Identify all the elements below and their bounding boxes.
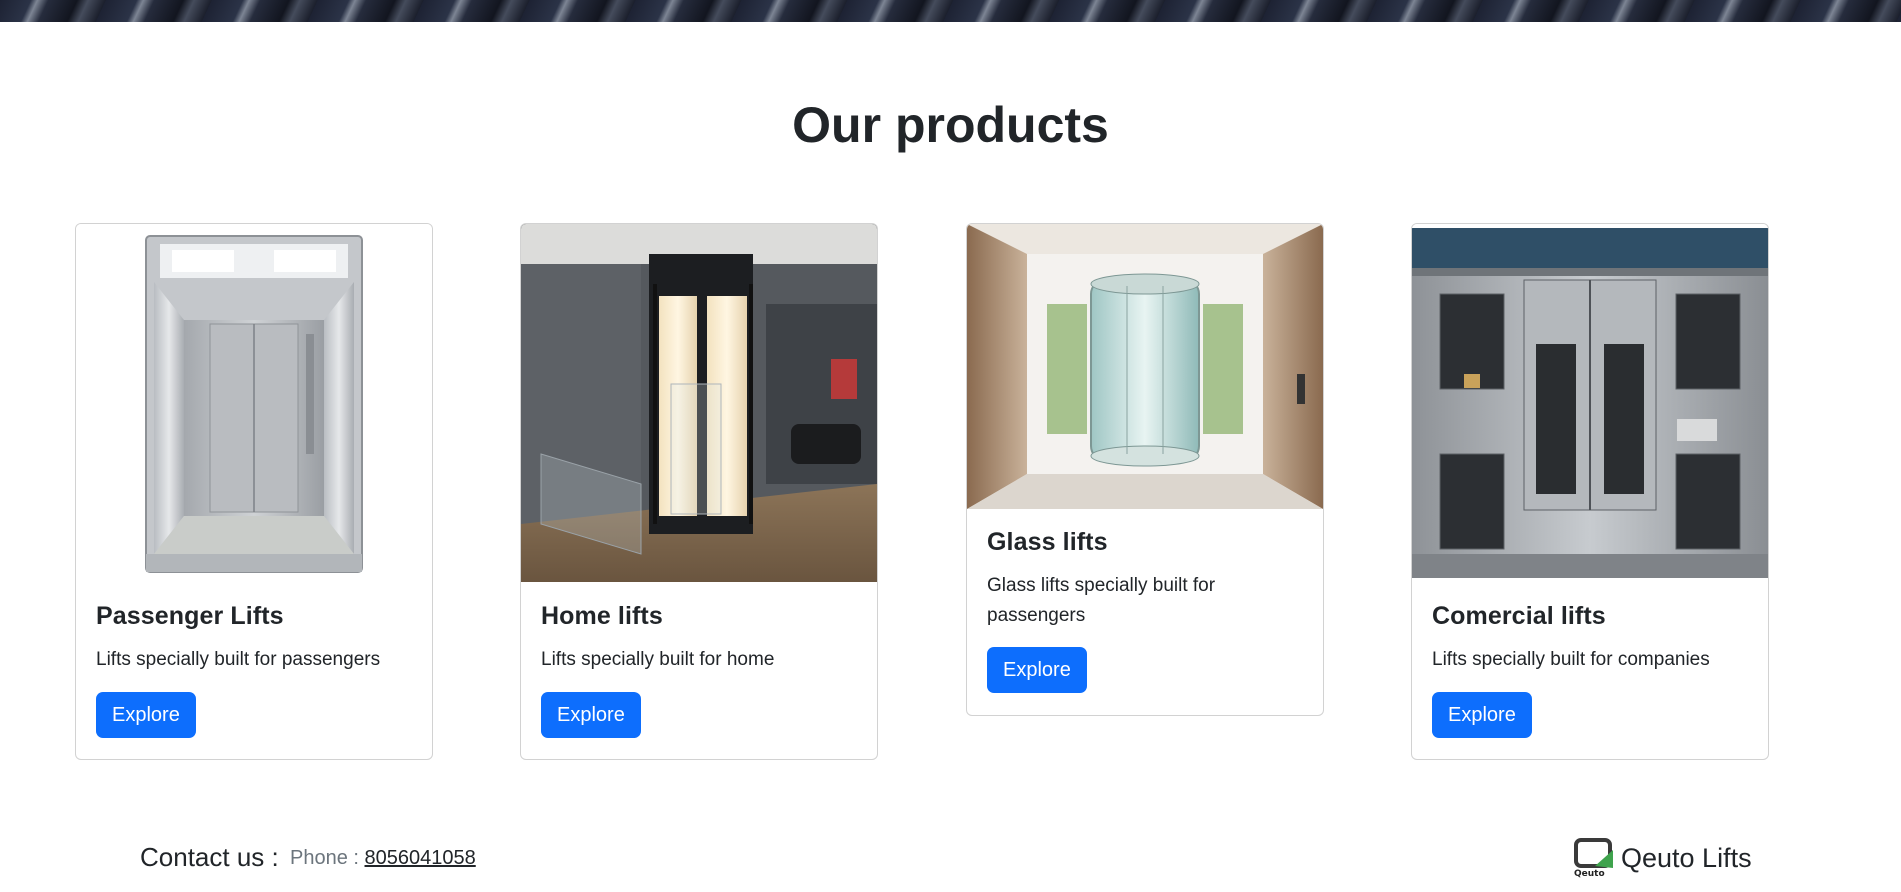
card-title: Passenger Lifts	[96, 602, 284, 630]
phone-info: Phone : 8056041058	[290, 847, 476, 870]
explore-button[interactable]: Explore	[96, 692, 196, 738]
brand-name: Qeuto Lifts	[1621, 842, 1752, 873]
hero-banner-strip	[0, 0, 1901, 22]
product-card-home-lifts: Home lifts Lifts specially built for hom…	[520, 223, 878, 760]
brand[interactable]: Qeuto Qeuto Lifts	[1573, 838, 1752, 878]
phone-number-link[interactable]: 8056041058	[365, 847, 476, 869]
card-description: Lifts specially built for passengers	[96, 649, 381, 670]
passenger-lift-image	[76, 224, 432, 582]
home-lift-image	[521, 224, 877, 582]
contact-heading: Contact us :	[140, 842, 279, 872]
card-description: Lifts specially built for companies	[1432, 649, 1710, 670]
comercial-lift-image	[1412, 224, 1768, 582]
product-card-comercial-lifts: Comercial lifts Lifts specially built fo…	[1411, 223, 1769, 760]
explore-button[interactable]: Explore	[1432, 692, 1532, 738]
glass-lift-image	[967, 224, 1323, 509]
card-title: Comercial lifts	[1432, 602, 1606, 630]
product-card-passenger-lifts: Passenger Lifts Lifts specially built fo…	[75, 223, 433, 760]
card-description: Lifts specially built for home	[541, 649, 775, 670]
svg-text:Qeuto: Qeuto	[1574, 869, 1605, 878]
explore-button[interactable]: Explore	[987, 647, 1087, 693]
qeuto-logo-icon: Qeuto	[1574, 838, 1613, 878]
card-body: Glass lifts Glass lifts specially built …	[987, 528, 1303, 698]
card-title: Home lifts	[541, 602, 663, 630]
card-body: Comercial lifts Lifts specially built fo…	[1432, 602, 1748, 742]
card-title: Glass lifts	[987, 528, 1108, 556]
card-body: Home lifts Lifts specially built for hom…	[541, 602, 857, 742]
product-card-glass-lifts: Glass lifts Glass lifts specially built …	[966, 223, 1324, 716]
phone-label: Phone :	[290, 847, 359, 869]
page-title: Our products	[792, 97, 1109, 153]
card-description: Glass lifts specially built for passenge…	[987, 575, 1216, 626]
card-body: Passenger Lifts Lifts specially built fo…	[96, 602, 412, 742]
explore-button[interactable]: Explore	[541, 692, 641, 738]
